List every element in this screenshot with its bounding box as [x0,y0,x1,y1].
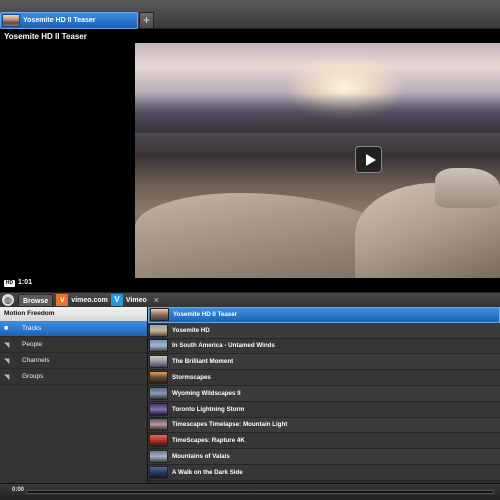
rss-icon: ◥ [4,357,10,365]
progress-bar[interactable] [26,490,494,494]
list-item[interactable]: The Brilliant Moment [148,354,500,371]
video-thumbnail [149,450,168,464]
sidebar-item-label: Channels [22,357,50,364]
tab-thumbnail [2,14,20,27]
video-thumbnail [149,418,168,432]
list-item[interactable]: Stormscapes [148,370,500,386]
granite-rock [435,168,500,208]
video-title: Yosemite HD II Teaser [4,32,87,41]
source-tab-bar: ◍ Browse v vimeo.com V Vimeo × [0,292,500,307]
video-title-label: Yosemite HD [172,326,210,334]
vimeo-com-icon[interactable]: v [56,294,69,306]
video-title-label: Yosemite HD II Teaser [173,311,238,319]
sidebar-item-label: People [22,341,43,348]
video-thumbnail [149,402,168,416]
video-title-label: Toronto Lightning Storm [172,405,245,413]
video-title-label: TimeScapes: Rapture 4K [172,437,245,445]
video-player: Yosemite HD II Teaser HD 1:01 [0,29,500,292]
sidebar-item-people[interactable]: ◥ People [0,337,147,353]
sidebar-item-label: Groups [22,373,44,380]
vimeo-tab[interactable]: Vimeo [126,297,147,304]
globe-icon[interactable]: ◍ [2,294,14,306]
close-icon[interactable]: × [154,295,159,305]
video-title-label: The Brilliant Moment [172,358,234,366]
tab-bar: Yosemite HD II Teaser + [0,0,500,29]
video-frame[interactable] [135,43,500,278]
play-button[interactable] [355,146,382,173]
video-title-label: Mountains of Valais [172,453,230,461]
sidebar-item-label: Tracks [22,325,42,332]
sidebar-header: Motion Freedom [0,307,147,321]
tab-label: Yosemite HD II Teaser [23,17,96,24]
tab-yosemite-hd-ii-teaser[interactable]: Yosemite HD II Teaser [0,12,138,29]
sidebar-item-tracks[interactable]: ■ Tracks [0,321,147,337]
video-thumbnail [149,465,168,479]
list-item[interactable]: TimeScapes: Rapture 4K [148,433,500,450]
list-item[interactable]: Yosemite HD II Teaser [148,307,500,323]
video-duration: 1:01 [18,279,33,286]
hd-badge: HD [4,280,15,287]
vimeo-icon[interactable]: V [110,294,123,306]
list-item[interactable]: Mountains of Valais [148,449,500,465]
browse-button[interactable]: Browse [18,293,54,307]
current-time: 0:00 [12,487,25,493]
playback-bar: 0:00 [0,483,500,500]
video-title-label: In South America - Untamed Winds [172,342,275,350]
video-thumbnail [149,355,168,369]
rss-icon: ◥ [4,373,10,381]
video-thumbnail [150,308,169,322]
list-item[interactable]: Yosemite HD [148,322,500,339]
video-thumbnail [149,434,168,448]
video-thumbnail [149,386,168,400]
video-title-label: Timescapes Timelapse: Mountain Light [172,421,288,429]
sidebar: Motion Freedom ■ Tracks ◥ People ◥ Channels ◥ G… [0,307,148,483]
sidebar-item-channels[interactable]: ◥ Channels [0,353,147,369]
list-item[interactable]: Wyoming Wildscapes II [148,385,500,402]
mountain-range [135,93,500,133]
video-thumbnail [149,339,168,353]
sidebar-item-groups[interactable]: ◥ Groups [0,369,147,385]
rss-icon: ◥ [4,341,10,349]
vimeo-com-tab[interactable]: vimeo.com [71,297,108,304]
video-title-label: Wyoming Wildscapes II [172,389,241,397]
list-item[interactable]: A Walk on the Dark Side [148,464,500,481]
new-tab-button[interactable]: + [139,12,154,29]
video-thumbnail [149,371,168,385]
video-title-label: A Walk on the Dark Side [172,468,243,476]
list-item[interactable]: In South America - Untamed Winds [148,338,500,355]
video-thumbnail [149,323,168,337]
list-item[interactable]: Timescapes Timelapse: Mountain Light [148,417,500,434]
video-title-label: Stormscapes [172,374,211,382]
list-item[interactable]: Toronto Lightning Storm [148,401,500,418]
video-list: Yosemite HD II Teaser Yosemite HD In South… [148,307,500,483]
video-camera-icon: ■ [4,325,9,332]
